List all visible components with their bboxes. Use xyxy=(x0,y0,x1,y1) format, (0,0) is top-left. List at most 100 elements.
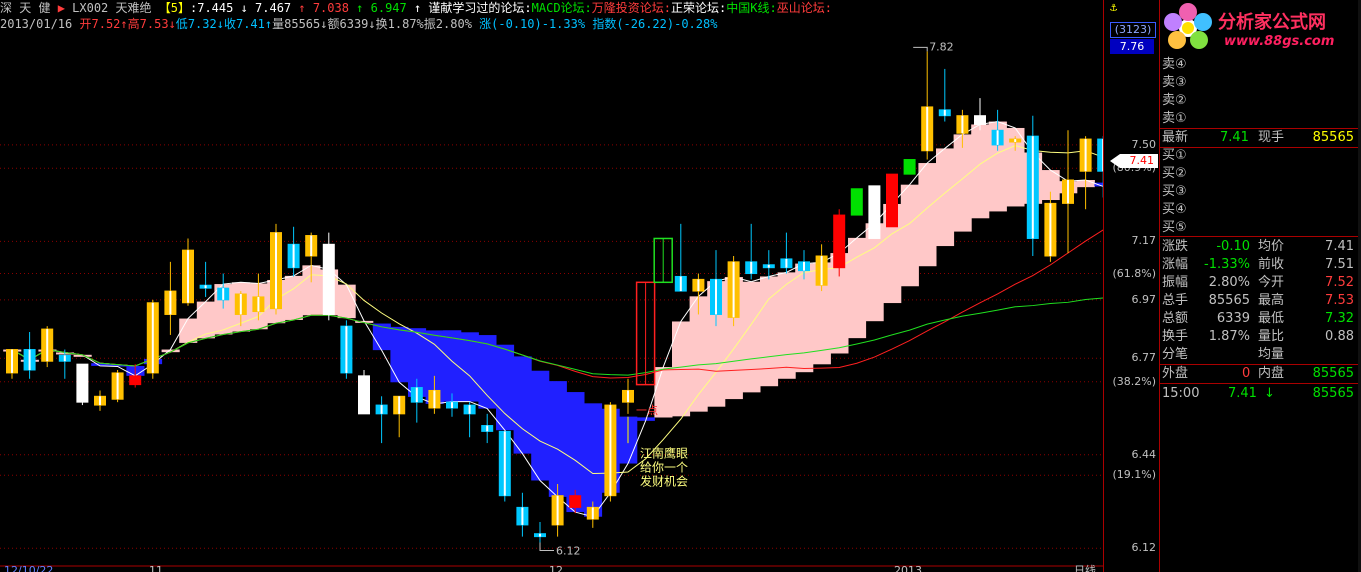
candle-body xyxy=(358,375,370,415)
date-label: 2013 xyxy=(894,564,922,572)
candle-highlight xyxy=(415,387,418,403)
candle xyxy=(745,223,758,280)
panel-row: 卖④ xyxy=(1160,56,1360,74)
indicator-period[interactable]: 【5】 xyxy=(159,1,190,15)
candle-highlight xyxy=(468,405,471,414)
tick-row[interactable]: 15:00 7.41 ↓ 85565 xyxy=(1160,385,1360,403)
forum-link[interactable]: ↑ 谨献学习过的论坛: xyxy=(414,1,532,15)
candle-highlight xyxy=(591,507,594,520)
forum-link[interactable]: 正荣论坛: xyxy=(671,1,726,15)
cloud-block-blue xyxy=(531,370,550,481)
candle xyxy=(287,226,300,277)
candle xyxy=(164,261,177,335)
sell-level-label: 卖② xyxy=(1162,93,1187,108)
candle-highlight xyxy=(820,256,823,286)
candle xyxy=(41,326,54,368)
tick-price: 7.41 xyxy=(1228,386,1257,401)
candle-highlight xyxy=(503,431,506,496)
candle xyxy=(868,185,881,239)
indicator-code[interactable]: LX002 xyxy=(72,1,108,15)
ma-values: :7.445 ↓ 7.467 ↑ 7.038 ↑ 6.947 xyxy=(190,1,414,15)
current-price-value: 7.41 xyxy=(1129,154,1155,167)
cloud-block-blue xyxy=(584,403,603,517)
forum-link[interactable]: 巫山论坛: xyxy=(777,1,832,15)
indicator-name[interactable]: 天难绝 xyxy=(116,1,152,15)
candle-highlight xyxy=(1049,203,1052,256)
candle xyxy=(23,332,36,379)
panel-row: 涨幅 -1.33% 前收 7.51 xyxy=(1160,256,1360,274)
candle xyxy=(340,320,353,379)
axis-top-price: 7.76 xyxy=(1110,39,1154,54)
ohlc-arrow: ↓ xyxy=(168,17,176,31)
stat-label: 分笔 xyxy=(1162,347,1189,362)
ohlc-values: 开7.52↑高7.53↓低7.32↓收7.41↑量85565↓额6339↓换1.… xyxy=(79,17,471,31)
candle xyxy=(6,349,18,379)
candle-highlight xyxy=(803,261,805,271)
panel-row: 卖② xyxy=(1160,92,1360,110)
panel-row: 卖③ xyxy=(1160,74,1360,92)
axis-label: 6.12 xyxy=(1131,541,1157,555)
axis-label: 7.50 xyxy=(1131,137,1157,151)
stat-label: 最低 xyxy=(1258,311,1285,326)
cloud-block-pink xyxy=(971,124,990,219)
forum-link[interactable]: 万隆投资论坛: xyxy=(592,1,671,15)
ohlc-label: 高 xyxy=(127,17,140,31)
candle-highlight xyxy=(380,405,383,414)
ohlc-item: 低7.32↓ xyxy=(176,17,224,31)
candle-highlight xyxy=(609,405,612,496)
axis-label: (19.1%) xyxy=(1112,468,1156,482)
panel-row: 总额 6339 最低 7.32 xyxy=(1160,310,1360,328)
note-line: 江南鹰眼 xyxy=(640,446,688,461)
panel-row: 涨跌 -0.10 均价 7.41 xyxy=(1160,238,1360,256)
forum-link[interactable]: 中国K线: xyxy=(726,1,776,15)
ohlc-label: 额 xyxy=(327,17,340,31)
candle-highlight xyxy=(961,115,964,134)
ohlc-value: 7.52 xyxy=(91,17,121,31)
cloud-block-pink xyxy=(918,163,937,267)
candle-body xyxy=(974,115,986,125)
candle xyxy=(393,395,406,438)
candle-body xyxy=(569,495,582,508)
hand-value: 85565 xyxy=(1312,130,1354,145)
candle-highlight xyxy=(785,258,788,268)
stat-label: 总额 xyxy=(1162,311,1189,326)
bar-change: 涨(-0.10)-1.33% xyxy=(479,17,586,31)
anchor-icon[interactable]: ⚓ xyxy=(1110,0,1117,14)
panel-row: 换手 1.87% 量比 0.88 xyxy=(1160,328,1360,346)
buy-level-label: 买① xyxy=(1162,148,1187,163)
candle-highlight xyxy=(63,355,66,362)
cloud-block-pink xyxy=(777,272,796,379)
tick-arrow: ↓ xyxy=(1264,386,1275,401)
outer-label: 外盘 xyxy=(1162,366,1189,381)
ohlc-arrow: ↑ xyxy=(120,17,128,31)
candle-highlight xyxy=(292,244,295,268)
cloud-block-pink xyxy=(900,184,919,287)
candle-highlight xyxy=(398,396,401,414)
site-logo[interactable]: 分析家公式网 www.88gs.com xyxy=(1160,0,1360,56)
kline-chart[interactable]: 7.82 6.12 一点 江南鹰眼 给你一个 发财机会 12/10/22 11 12 2013 日线… xyxy=(0,0,1103,572)
cloud-block-blue xyxy=(513,356,532,454)
candle-body xyxy=(129,375,142,386)
note-line: 给你一个 xyxy=(640,461,688,475)
stat-value: 7.53 xyxy=(1325,293,1354,308)
axis-label: 6.97 xyxy=(1131,292,1157,306)
stat-value: 85565 xyxy=(1208,293,1250,308)
high-label: 7.82 xyxy=(929,40,954,53)
ohlc-item: 换1.87% xyxy=(376,17,424,31)
stat-label: 总手 xyxy=(1162,293,1189,308)
quote-panel: 分析家公式网 www.88gs.com 卖④ 卖③ 卖② 卖① 最新 7.41 现手 … xyxy=(1159,0,1361,572)
candle xyxy=(903,159,916,175)
buy-level-label: 买⑤ xyxy=(1162,220,1187,235)
cloud-block-blue xyxy=(496,344,515,431)
stock-name[interactable]: 深 天 健 xyxy=(0,1,50,15)
candle-highlight xyxy=(732,261,735,318)
candle xyxy=(938,68,951,122)
note-tag: 一点 xyxy=(636,404,658,417)
stat-value: 1.87% xyxy=(1208,329,1250,344)
play-icon[interactable]: ▶ xyxy=(58,1,65,15)
chart-canvas[interactable]: 7.82 6.12 一点江南鹰眼给你一个发财机会 12/10/22 11 12 2013 日线 xyxy=(0,0,1103,572)
price-axis[interactable]: ⚓ (3123) 7.76 7.50(80.9%)7.17(61.8%)6.97… xyxy=(1103,0,1160,572)
forum-link[interactable]: MACD论坛: xyxy=(532,1,592,15)
candle xyxy=(622,378,634,414)
buy-level-label: 买③ xyxy=(1162,184,1187,199)
